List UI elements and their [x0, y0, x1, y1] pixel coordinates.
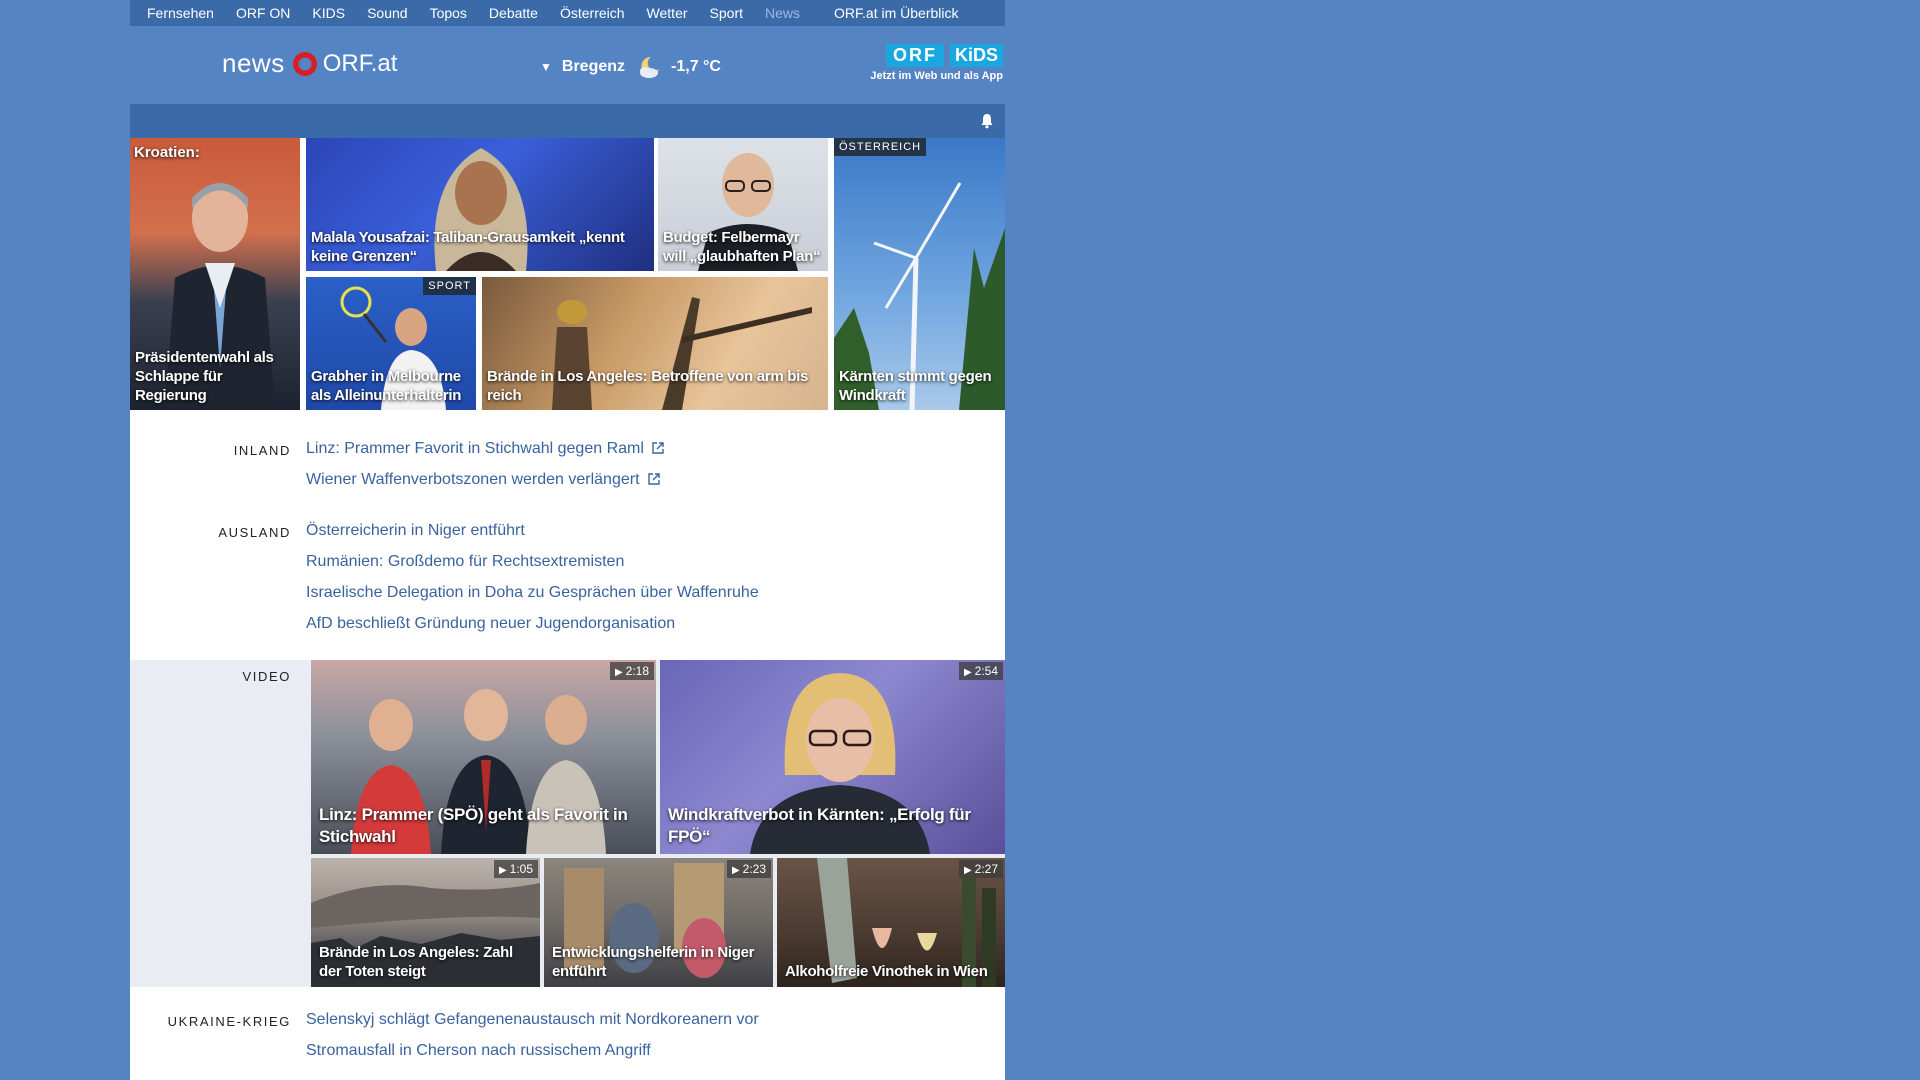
- link-text: Linz: Prammer Favorit in Stichwahl gegen…: [306, 440, 644, 457]
- weather-moon-cloud-icon: [640, 56, 660, 78]
- inland-links: Linz: Prammer Favorit in Stichwahl gegen…: [306, 433, 664, 495]
- play-icon: ▶: [963, 667, 972, 678]
- section-inland: INLAND Linz: Prammer Favorit in Stichwah…: [130, 410, 1005, 515]
- video-duration: ▶ 2:18: [609, 662, 654, 680]
- logo-orf-text: ORF.at: [322, 49, 398, 77]
- news-link[interactable]: AfD beschließt Gründung neuer Jugendorga…: [306, 608, 759, 639]
- chevron-down-icon: ▼: [540, 60, 552, 74]
- weather-temperature: -1,7 °C: [671, 58, 721, 75]
- weather-city: Bregenz: [561, 58, 626, 75]
- video-tile[interactable]: ▶ 2:27 Alkoholfreie Vinothek in Wien: [777, 858, 1005, 987]
- external-link-icon: [647, 473, 660, 485]
- bell-icon[interactable]: [979, 113, 995, 129]
- nav-kids[interactable]: KIDS: [312, 5, 345, 21]
- video-duration: ▶ 2:27: [958, 860, 1003, 878]
- nav-wetter[interactable]: Wetter: [647, 5, 688, 21]
- nav-orf-on[interactable]: ORF ON: [236, 5, 290, 21]
- ukraine-links: Selenskyj schlägt Gefangenenaustausch mi…: [306, 1004, 759, 1066]
- section-title: AUSLAND: [218, 525, 291, 540]
- video-tile[interactable]: ▶ 2:18 Linz: Prammer (SPÖ) geht als Favor…: [311, 660, 656, 854]
- news-link[interactable]: Österreicherin in Niger entführt: [306, 515, 759, 546]
- hero-tile-malala[interactable]: Malala Yousafzai: Taliban-Grausamkeit „k…: [306, 138, 654, 271]
- nav-overview[interactable]: ORF.at im Überblick: [834, 5, 958, 21]
- hero-caption: Kärnten stimmt gegen Windkraft: [839, 368, 992, 404]
- video-caption: Entwicklungshelferin in Niger entführt: [552, 944, 755, 980]
- nav-fernsehen[interactable]: Fernsehen: [147, 5, 214, 21]
- link-text: Wiener Waffenverbotszonen werden verläng…: [306, 471, 640, 488]
- news-link[interactable]: Rumänien: Großdemo für Rechtsextremisten: [306, 546, 759, 577]
- video-duration: ▶ 2:54: [958, 662, 1003, 680]
- video-tile[interactable]: ▶ 2:23 Entwicklungshelferin in Niger entf…: [544, 858, 773, 987]
- play-icon: ▶: [731, 865, 740, 876]
- video-caption: Linz: Prammer (SPÖ) geht als Favorit in …: [319, 805, 628, 846]
- section-ukraine-krieg: UKRAINE-KRIEG Selenskyj schlägt Gefangen…: [130, 987, 1005, 1080]
- nav-debatte[interactable]: Debatte: [489, 5, 538, 21]
- news-link[interactable]: Linz: Prammer Favorit in Stichwahl gegen…: [306, 433, 664, 464]
- page: Fernsehen ORF ON KIDS Sound Topos Debatt…: [130, 0, 1005, 1080]
- hero-tile-budget[interactable]: Budget: Felbermayr will „glaubhaften Pla…: [658, 138, 828, 271]
- nav-oesterreich[interactable]: Österreich: [560, 5, 625, 21]
- video-duration: ▶ 2:23: [726, 860, 771, 878]
- section-title: UKRAINE-KRIEG: [167, 1014, 291, 1029]
- hero-kicker: Kroatien:: [134, 144, 200, 161]
- nav-sound[interactable]: Sound: [367, 5, 407, 21]
- video-duration: ▶ 1:05: [493, 860, 538, 878]
- category-label: SPORT: [423, 277, 476, 295]
- hero-tile-austria[interactable]: ÖSTERREICH Kärnten stimmt gegen Windkraf…: [834, 138, 1005, 410]
- ausland-links: Österreicherin in Niger entführt Rumänie…: [306, 515, 759, 639]
- video-tile[interactable]: ▶ 2:54 Windkraftverbot in Kärnten: „Erfol…: [660, 660, 1005, 854]
- section-title: VIDEO: [242, 669, 291, 684]
- hero-tile-croatia[interactable]: Kroatien: Präsidentenwahl als Schlappe f…: [130, 138, 300, 410]
- hero-caption: Präsidentenwahl als Schlappe für Regieru…: [135, 349, 274, 404]
- kids-tagline: Jetzt im Web und als App: [870, 70, 1003, 82]
- hero-caption: Budget: Felbermayr will „glaubhaften Pla…: [663, 229, 821, 265]
- play-icon: ▶: [963, 865, 972, 876]
- section-video: VIDEO ▶ 2:18 Linz: Prammer (SPÖ) geht als…: [130, 660, 1005, 987]
- news-link[interactable]: Stromausfall in Cherson nach russischem …: [306, 1035, 759, 1066]
- hero-grid: Kroatien: Präsidentenwahl als Schlappe f…: [130, 138, 1005, 410]
- news-link[interactable]: Wiener Waffenverbotszonen werden verläng…: [306, 464, 664, 495]
- hero-caption: Brände in Los Angeles: Betroffene von ar…: [487, 368, 809, 404]
- orf-badge: ORF: [885, 44, 944, 67]
- video-caption: Alkoholfreie Vinothek in Wien: [785, 963, 988, 980]
- weather-widget[interactable]: ▼ Bregenz -1,7 °C: [540, 54, 721, 80]
- nav-sport[interactable]: Sport: [710, 5, 743, 21]
- section-ausland: AUSLAND Österreicherin in Niger entführt…: [130, 515, 1005, 660]
- news-link[interactable]: Selenskyj schlägt Gefangenenaustausch mi…: [306, 1004, 759, 1035]
- news-orf-logo[interactable]: news ORF.at: [222, 48, 397, 79]
- section-title: INLAND: [233, 443, 291, 458]
- kids-badge: KiDS: [949, 44, 1003, 67]
- video-caption: Windkraftverbot in Kärnten: „Erfolg für …: [668, 805, 971, 846]
- video-caption: Brände in Los Angeles: Zahl der Toten st…: [319, 944, 513, 980]
- orf-eye-icon: [292, 51, 317, 76]
- nav-topos[interactable]: Topos: [430, 5, 467, 21]
- header-bar: [130, 104, 1005, 138]
- kids-badges: ORF KiDS: [870, 44, 1003, 67]
- play-icon: ▶: [614, 667, 623, 678]
- category-label: ÖSTERREICH: [834, 138, 927, 156]
- hero-tile-los-angeles[interactable]: Brände in Los Angeles: Betroffene von ar…: [482, 277, 828, 410]
- video-tile[interactable]: ▶ 1:05 Brände in Los Angeles: Zahl der To…: [311, 858, 540, 987]
- nav-news[interactable]: News: [765, 5, 800, 21]
- top-navigation: Fernsehen ORF ON KIDS Sound Topos Debatt…: [130, 0, 1005, 26]
- hero-caption: Grabher in Melbourne als Alleinunterhalt…: [311, 368, 462, 404]
- orf-kids-promo[interactable]: ORF KiDS Jetzt im Web und als App: [870, 44, 1003, 82]
- hero-tile-sport[interactable]: SPORT Grabher in Melbourne als Alleinunt…: [306, 277, 476, 410]
- logo-news-text: news: [222, 48, 285, 78]
- site-header: news ORF.at ▼ Bregenz -1,7 °C ORF KiDS J…: [130, 26, 1005, 104]
- play-icon: ▶: [498, 865, 507, 876]
- news-link[interactable]: Israelische Delegation in Doha zu Gesprä…: [306, 577, 759, 608]
- hero-caption: Malala Yousafzai: Taliban-Grausamkeit „k…: [311, 229, 625, 265]
- external-link-icon: [652, 442, 664, 454]
